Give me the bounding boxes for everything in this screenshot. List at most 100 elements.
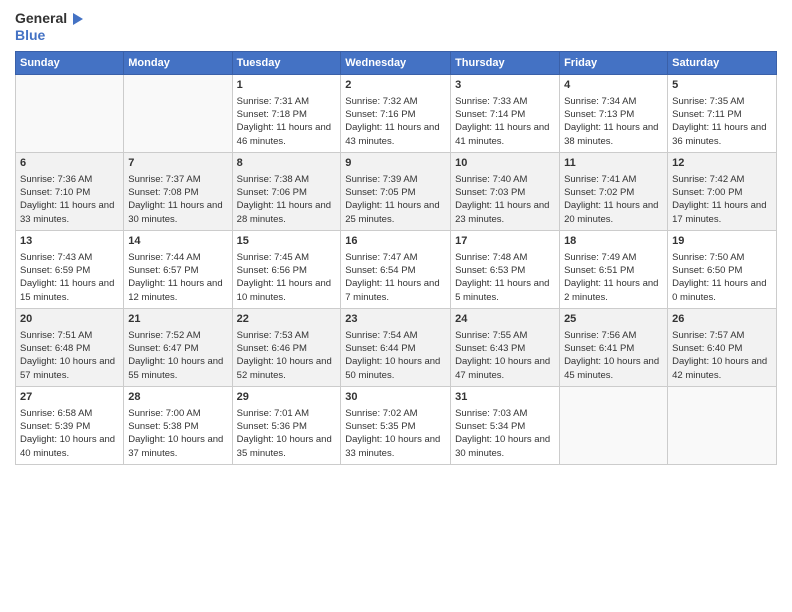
day-number: 16 [345, 234, 446, 249]
day-info: Sunset: 6:50 PM [672, 264, 772, 277]
day-info: Sunset: 6:54 PM [345, 264, 446, 277]
day-number: 5 [672, 78, 772, 93]
day-info: Sunrise: 7:37 AM [128, 173, 227, 186]
day-number: 11 [564, 156, 663, 171]
day-number: 13 [20, 234, 119, 249]
calendar-cell: 25Sunrise: 7:56 AMSunset: 6:41 PMDayligh… [560, 309, 668, 387]
calendar-cell: 26Sunrise: 7:57 AMSunset: 6:40 PMDayligh… [668, 309, 777, 387]
day-info: Daylight: 11 hours and 17 minutes. [672, 199, 772, 226]
header-row: SundayMondayTuesdayWednesdayThursdayFrid… [16, 52, 777, 75]
day-number: 23 [345, 312, 446, 327]
day-info: Daylight: 11 hours and 2 minutes. [564, 277, 663, 304]
day-info: Sunset: 7:18 PM [237, 108, 337, 121]
day-number: 25 [564, 312, 663, 327]
day-info: Sunset: 6:59 PM [20, 264, 119, 277]
calendar-cell [16, 75, 124, 153]
calendar-cell: 28Sunrise: 7:00 AMSunset: 5:38 PMDayligh… [124, 387, 232, 465]
day-info: Sunset: 6:48 PM [20, 342, 119, 355]
day-info: Sunset: 7:13 PM [564, 108, 663, 121]
day-info: Sunrise: 7:45 AM [237, 251, 337, 264]
day-info: Daylight: 11 hours and 12 minutes. [128, 277, 227, 304]
day-info: Sunrise: 7:40 AM [455, 173, 555, 186]
calendar-cell: 11 Sunrise: 7:41 AMSunset: 7:02 PMDayligh… [560, 153, 668, 231]
calendar-cell [124, 75, 232, 153]
day-number: 12 [672, 156, 772, 171]
day-info: Sunset: 7:06 PM [237, 186, 337, 199]
day-info: Sunrise: 7:36 AM [20, 173, 119, 186]
header: General Blue [15, 10, 777, 43]
day-info: Daylight: 11 hours and 10 minutes. [237, 277, 337, 304]
day-info: Sunrise: 7:41 AM [564, 173, 663, 186]
calendar-cell: 2Sunrise: 7:32 AMSunset: 7:16 PMDaylight… [341, 75, 451, 153]
calendar-cell: 14Sunrise: 7:44 AMSunset: 6:57 PMDayligh… [124, 231, 232, 309]
day-info: Sunrise: 7:39 AM [345, 173, 446, 186]
day-info: Sunrise: 7:02 AM [345, 407, 446, 420]
day-info: Sunset: 7:02 PM [564, 186, 663, 199]
day-info: Sunset: 5:36 PM [237, 420, 337, 433]
day-number: 7 [128, 156, 227, 171]
day-info: Sunset: 5:34 PM [455, 420, 555, 433]
day-info: Daylight: 10 hours and 50 minutes. [345, 355, 446, 382]
logo: General Blue [15, 10, 87, 43]
day-info: Daylight: 11 hours and 36 minutes. [672, 121, 772, 148]
day-info: Sunrise: 7:33 AM [455, 95, 555, 108]
day-number: 20 [20, 312, 119, 327]
day-number: 18 [564, 234, 663, 249]
calendar-cell: 6Sunrise: 7:36 AMSunset: 7:10 PMDaylight… [16, 153, 124, 231]
day-info: Daylight: 10 hours and 42 minutes. [672, 355, 772, 382]
day-info: Sunset: 6:41 PM [564, 342, 663, 355]
day-info: Sunset: 5:38 PM [128, 420, 227, 433]
calendar-cell: 16Sunrise: 7:47 AMSunset: 6:54 PMDayligh… [341, 231, 451, 309]
calendar-cell: 5Sunrise: 7:35 AMSunset: 7:11 PMDaylight… [668, 75, 777, 153]
day-info: Daylight: 11 hours and 20 minutes. [564, 199, 663, 226]
day-number: 19 [672, 234, 772, 249]
day-info: Daylight: 10 hours and 57 minutes. [20, 355, 119, 382]
day-info: Sunset: 6:44 PM [345, 342, 446, 355]
calendar-cell: 31 Sunrise: 7:03 AMSunset: 5:34 PMDayligh… [451, 387, 560, 465]
day-info: Sunrise: 7:55 AM [455, 329, 555, 342]
day-info: Daylight: 11 hours and 33 minutes. [20, 199, 119, 226]
day-info: Sunrise: 7:42 AM [672, 173, 772, 186]
logo-blue-text: Blue [15, 28, 87, 43]
day-number: 31 [455, 390, 555, 405]
day-info: Daylight: 10 hours and 35 minutes. [237, 433, 337, 460]
logo-general-text: General [15, 11, 67, 26]
day-info: Sunrise: 7:48 AM [455, 251, 555, 264]
day-info: Sunrise: 7:01 AM [237, 407, 337, 420]
day-info: Daylight: 11 hours and 28 minutes. [237, 199, 337, 226]
day-number: 2 [345, 78, 446, 93]
calendar-cell: 23Sunrise: 7:54 AMSunset: 6:44 PMDayligh… [341, 309, 451, 387]
day-info: Daylight: 11 hours and 46 minutes. [237, 121, 337, 148]
day-info: Daylight: 11 hours and 38 minutes. [564, 121, 663, 148]
day-info: Sunset: 6:40 PM [672, 342, 772, 355]
calendar-cell [668, 387, 777, 465]
day-info: Sunrise: 7:56 AM [564, 329, 663, 342]
day-number: 29 [237, 390, 337, 405]
day-info: Daylight: 10 hours and 55 minutes. [128, 355, 227, 382]
day-info: Sunrise: 7:44 AM [128, 251, 227, 264]
calendar-cell: 9Sunrise: 7:39 AMSunset: 7:05 PMDaylight… [341, 153, 451, 231]
weekday-header: Wednesday [341, 52, 451, 75]
day-info: Daylight: 10 hours and 37 minutes. [128, 433, 227, 460]
day-info: Daylight: 11 hours and 0 minutes. [672, 277, 772, 304]
day-info: Sunset: 6:43 PM [455, 342, 555, 355]
weekday-header: Monday [124, 52, 232, 75]
day-info: Sunset: 5:39 PM [20, 420, 119, 433]
day-info: Sunrise: 7:51 AM [20, 329, 119, 342]
day-info: Daylight: 10 hours and 52 minutes. [237, 355, 337, 382]
logo-wordmark: General Blue [15, 10, 87, 43]
calendar-cell: 8Sunrise: 7:38 AMSunset: 7:06 PMDaylight… [232, 153, 341, 231]
calendar-cell: 1Sunrise: 7:31 AMSunset: 7:18 PMDaylight… [232, 75, 341, 153]
day-number: 4 [564, 78, 663, 93]
day-info: Sunrise: 7:03 AM [455, 407, 555, 420]
day-info: Sunrise: 7:57 AM [672, 329, 772, 342]
weekday-header: Tuesday [232, 52, 341, 75]
day-info: Daylight: 11 hours and 5 minutes. [455, 277, 555, 304]
day-number: 1 [237, 78, 337, 93]
calendar-cell: 13Sunrise: 7:43 AMSunset: 6:59 PMDayligh… [16, 231, 124, 309]
day-info: Daylight: 11 hours and 25 minutes. [345, 199, 446, 226]
day-info: Sunset: 6:56 PM [237, 264, 337, 277]
day-info: Daylight: 10 hours and 30 minutes. [455, 433, 555, 460]
weekday-header: Friday [560, 52, 668, 75]
day-info: Sunrise: 7:49 AM [564, 251, 663, 264]
